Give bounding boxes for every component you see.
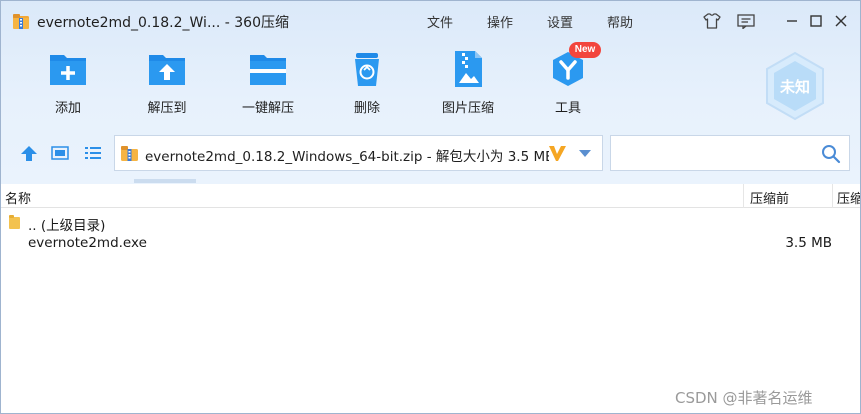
- list-item-file[interactable]: evernote2md.exe 3.5 MB: [1, 233, 860, 253]
- image-compress-label: 图片压缩: [441, 101, 494, 116]
- column-divider[interactable]: [832, 184, 833, 208]
- thumbnail-view-icon[interactable]: [50, 144, 70, 162]
- tools-button[interactable]: 工具: [523, 49, 613, 119]
- menu-file[interactable]: 文件: [427, 12, 453, 31]
- column-compressed-size[interactable]: 压缩: [837, 188, 860, 207]
- tab-indicator: [134, 179, 196, 183]
- search-icon[interactable]: [821, 144, 841, 164]
- column-divider[interactable]: [743, 184, 744, 208]
- chevron-down-icon[interactable]: [578, 149, 592, 158]
- title-bar: evernote2md_0.18.2_Wi... - 360压缩 文件 操作 设…: [1, 1, 860, 41]
- list-view-icon[interactable]: [83, 144, 103, 162]
- menu-help[interactable]: 帮助: [607, 12, 633, 31]
- item-size: 3.5 MB: [785, 235, 832, 251]
- image-compress-icon: [455, 51, 482, 87]
- up-arrow-icon[interactable]: [19, 144, 39, 162]
- feedback-icon[interactable]: [736, 11, 756, 31]
- one-click-extract-icon: [250, 55, 286, 85]
- status-label: 未知: [779, 78, 810, 96]
- app-window: evernote2md_0.18.2_Wi... - 360压缩 文件 操作 设…: [0, 0, 861, 414]
- one-click-extract-button[interactable]: 一键解压: [223, 49, 313, 119]
- item-name: .. (上级目录): [28, 218, 106, 234]
- delete-icon: [355, 53, 379, 86]
- one-click-extract-label: 一键解压: [241, 101, 294, 116]
- search-field[interactable]: [610, 135, 850, 171]
- menu-operate[interactable]: 操作: [487, 12, 513, 31]
- path-bar[interactable]: evernote2md_0.18.2_Windows_64-bit.zip - …: [114, 135, 603, 171]
- close-icon[interactable]: [831, 11, 851, 31]
- folder-icon: [9, 215, 20, 229]
- minimize-icon[interactable]: [782, 11, 802, 31]
- delete-label: 删除: [353, 101, 380, 116]
- list-item-parent-folder[interactable]: .. (上级目录): [1, 212, 860, 234]
- archive-app-icon: [13, 14, 29, 29]
- search-input[interactable]: [617, 142, 813, 164]
- item-name: evernote2md.exe: [28, 235, 147, 251]
- list-header: 名称 压缩前 压缩: [1, 184, 860, 208]
- extract-to-icon: [149, 55, 185, 85]
- archive-file-icon: [121, 146, 138, 161]
- watermark: CSDN @非著名运维: [675, 389, 813, 407]
- add-label: 添加: [54, 101, 81, 116]
- extract-to-label: 解压到: [147, 101, 187, 116]
- tools-label: 工具: [554, 101, 581, 116]
- add-button[interactable]: 添加: [23, 49, 113, 119]
- new-badge: New: [569, 42, 601, 58]
- delete-button[interactable]: 删除: [322, 49, 412, 119]
- add-icon: [50, 55, 86, 85]
- window-title: evernote2md_0.18.2_Wi... - 360压缩: [37, 15, 289, 31]
- vip-icon[interactable]: [547, 143, 567, 163]
- image-compress-button[interactable]: 图片压缩: [423, 49, 513, 119]
- column-name[interactable]: 名称: [5, 188, 31, 207]
- extract-to-button[interactable]: 解压到: [122, 49, 212, 119]
- archive-path: evernote2md_0.18.2_Windows_64-bit.zip - …: [145, 149, 549, 165]
- skin-icon[interactable]: [702, 11, 722, 31]
- maximize-icon[interactable]: [806, 11, 826, 31]
- security-status-badge[interactable]: 未知: [764, 51, 826, 121]
- menu-settings[interactable]: 设置: [547, 12, 573, 31]
- column-original-size[interactable]: 压缩前: [750, 188, 789, 207]
